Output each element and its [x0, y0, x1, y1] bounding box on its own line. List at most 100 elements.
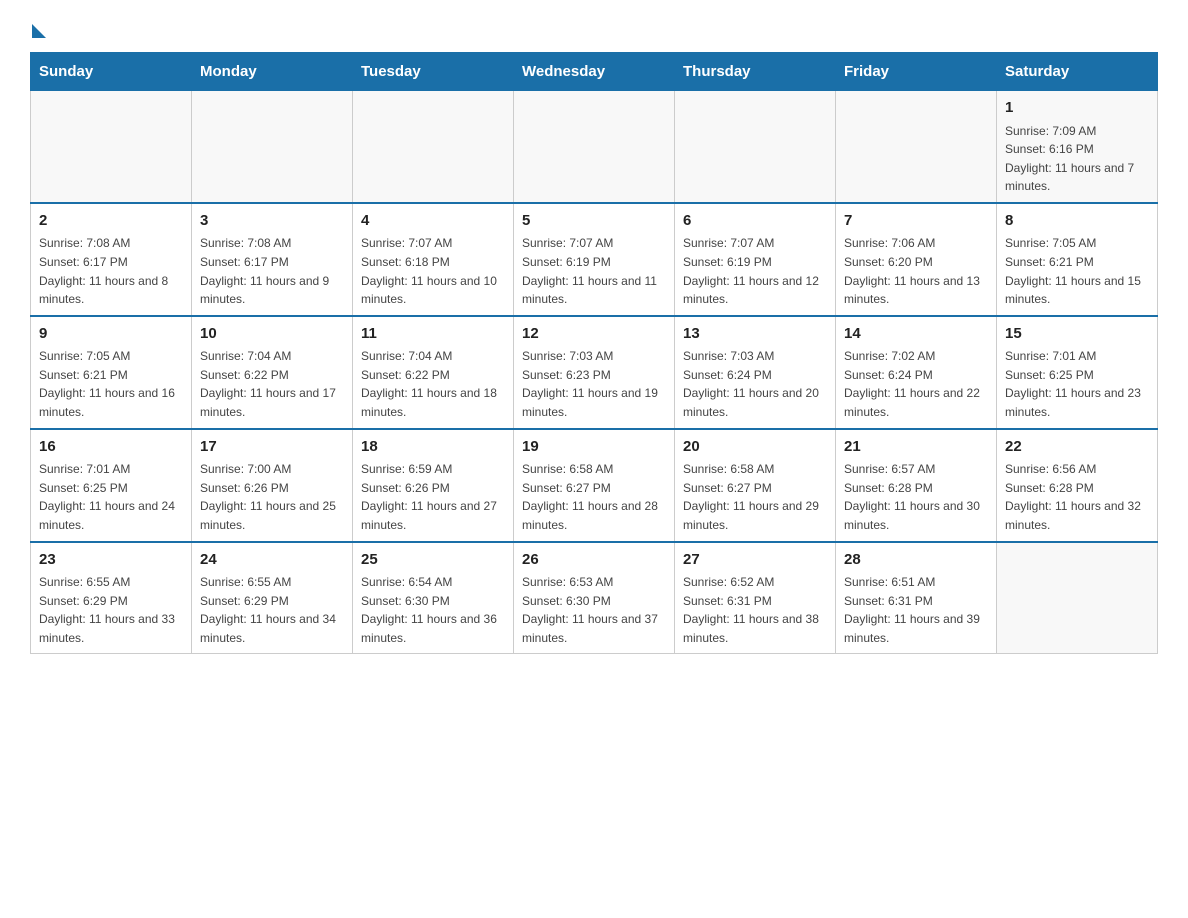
weekday-header-thursday: Thursday	[675, 53, 836, 91]
day-number: 7	[844, 210, 988, 233]
calendar-cell: 20Sunrise: 6:58 AMSunset: 6:27 PMDayligh…	[675, 429, 836, 542]
day-info: Sunrise: 7:06 AMSunset: 6:20 PMDaylight:…	[844, 234, 988, 308]
calendar-cell: 13Sunrise: 7:03 AMSunset: 6:24 PMDayligh…	[675, 316, 836, 429]
page-header	[30, 20, 1158, 36]
day-info: Sunrise: 7:08 AMSunset: 6:17 PMDaylight:…	[39, 234, 183, 308]
calendar-cell: 16Sunrise: 7:01 AMSunset: 6:25 PMDayligh…	[31, 429, 192, 542]
day-info: Sunrise: 6:52 AMSunset: 6:31 PMDaylight:…	[683, 573, 827, 647]
day-info: Sunrise: 7:04 AMSunset: 6:22 PMDaylight:…	[200, 347, 344, 421]
weekday-header-wednesday: Wednesday	[514, 53, 675, 91]
calendar-cell: 28Sunrise: 6:51 AMSunset: 6:31 PMDayligh…	[836, 542, 997, 654]
weekday-header-monday: Monday	[192, 53, 353, 91]
calendar-cell	[353, 91, 514, 203]
weekday-header-saturday: Saturday	[997, 53, 1158, 91]
day-info: Sunrise: 7:08 AMSunset: 6:17 PMDaylight:…	[200, 234, 344, 308]
calendar-cell: 4Sunrise: 7:07 AMSunset: 6:18 PMDaylight…	[353, 203, 514, 316]
calendar-table: SundayMondayTuesdayWednesdayThursdayFrid…	[30, 52, 1158, 654]
day-info: Sunrise: 6:58 AMSunset: 6:27 PMDaylight:…	[522, 460, 666, 534]
day-number: 12	[522, 323, 666, 346]
logo-arrow-icon	[32, 24, 46, 38]
day-info: Sunrise: 7:09 AMSunset: 6:16 PMDaylight:…	[1005, 122, 1149, 196]
calendar-cell: 18Sunrise: 6:59 AMSunset: 6:26 PMDayligh…	[353, 429, 514, 542]
day-number: 18	[361, 436, 505, 459]
weekday-header-sunday: Sunday	[31, 53, 192, 91]
day-info: Sunrise: 7:07 AMSunset: 6:19 PMDaylight:…	[522, 234, 666, 308]
day-number: 15	[1005, 323, 1149, 346]
calendar-cell: 10Sunrise: 7:04 AMSunset: 6:22 PMDayligh…	[192, 316, 353, 429]
day-number: 13	[683, 323, 827, 346]
day-number: 21	[844, 436, 988, 459]
calendar-week-row: 1Sunrise: 7:09 AMSunset: 6:16 PMDaylight…	[31, 91, 1158, 203]
logo	[30, 20, 46, 36]
day-info: Sunrise: 6:59 AMSunset: 6:26 PMDaylight:…	[361, 460, 505, 534]
calendar-cell	[31, 91, 192, 203]
calendar-cell: 15Sunrise: 7:01 AMSunset: 6:25 PMDayligh…	[997, 316, 1158, 429]
calendar-cell	[836, 91, 997, 203]
day-info: Sunrise: 6:53 AMSunset: 6:30 PMDaylight:…	[522, 573, 666, 647]
calendar-cell: 8Sunrise: 7:05 AMSunset: 6:21 PMDaylight…	[997, 203, 1158, 316]
day-info: Sunrise: 7:00 AMSunset: 6:26 PMDaylight:…	[200, 460, 344, 534]
day-number: 1	[1005, 97, 1149, 120]
day-number: 16	[39, 436, 183, 459]
day-info: Sunrise: 6:55 AMSunset: 6:29 PMDaylight:…	[200, 573, 344, 647]
calendar-cell	[675, 91, 836, 203]
day-number: 17	[200, 436, 344, 459]
day-info: Sunrise: 6:57 AMSunset: 6:28 PMDaylight:…	[844, 460, 988, 534]
calendar-cell	[192, 91, 353, 203]
day-info: Sunrise: 7:01 AMSunset: 6:25 PMDaylight:…	[39, 460, 183, 534]
day-info: Sunrise: 7:03 AMSunset: 6:24 PMDaylight:…	[683, 347, 827, 421]
day-info: Sunrise: 6:51 AMSunset: 6:31 PMDaylight:…	[844, 573, 988, 647]
day-number: 9	[39, 323, 183, 346]
calendar-week-row: 16Sunrise: 7:01 AMSunset: 6:25 PMDayligh…	[31, 429, 1158, 542]
day-number: 26	[522, 549, 666, 572]
calendar-header-row: SundayMondayTuesdayWednesdayThursdayFrid…	[31, 53, 1158, 91]
day-number: 25	[361, 549, 505, 572]
calendar-cell: 12Sunrise: 7:03 AMSunset: 6:23 PMDayligh…	[514, 316, 675, 429]
weekday-header-tuesday: Tuesday	[353, 53, 514, 91]
day-info: Sunrise: 6:55 AMSunset: 6:29 PMDaylight:…	[39, 573, 183, 647]
day-number: 2	[39, 210, 183, 233]
calendar-cell: 26Sunrise: 6:53 AMSunset: 6:30 PMDayligh…	[514, 542, 675, 654]
day-info: Sunrise: 7:04 AMSunset: 6:22 PMDaylight:…	[361, 347, 505, 421]
calendar-week-row: 9Sunrise: 7:05 AMSunset: 6:21 PMDaylight…	[31, 316, 1158, 429]
day-number: 4	[361, 210, 505, 233]
day-number: 5	[522, 210, 666, 233]
calendar-cell: 19Sunrise: 6:58 AMSunset: 6:27 PMDayligh…	[514, 429, 675, 542]
day-info: Sunrise: 7:03 AMSunset: 6:23 PMDaylight:…	[522, 347, 666, 421]
day-number: 10	[200, 323, 344, 346]
day-info: Sunrise: 7:05 AMSunset: 6:21 PMDaylight:…	[39, 347, 183, 421]
day-number: 28	[844, 549, 988, 572]
calendar-cell: 7Sunrise: 7:06 AMSunset: 6:20 PMDaylight…	[836, 203, 997, 316]
calendar-week-row: 2Sunrise: 7:08 AMSunset: 6:17 PMDaylight…	[31, 203, 1158, 316]
day-number: 8	[1005, 210, 1149, 233]
calendar-cell: 11Sunrise: 7:04 AMSunset: 6:22 PMDayligh…	[353, 316, 514, 429]
day-number: 24	[200, 549, 344, 572]
day-number: 3	[200, 210, 344, 233]
day-number: 20	[683, 436, 827, 459]
day-number: 11	[361, 323, 505, 346]
calendar-cell: 24Sunrise: 6:55 AMSunset: 6:29 PMDayligh…	[192, 542, 353, 654]
day-number: 14	[844, 323, 988, 346]
day-info: Sunrise: 7:07 AMSunset: 6:18 PMDaylight:…	[361, 234, 505, 308]
calendar-cell: 17Sunrise: 7:00 AMSunset: 6:26 PMDayligh…	[192, 429, 353, 542]
calendar-cell: 21Sunrise: 6:57 AMSunset: 6:28 PMDayligh…	[836, 429, 997, 542]
calendar-cell: 6Sunrise: 7:07 AMSunset: 6:19 PMDaylight…	[675, 203, 836, 316]
calendar-cell: 27Sunrise: 6:52 AMSunset: 6:31 PMDayligh…	[675, 542, 836, 654]
day-number: 22	[1005, 436, 1149, 459]
day-number: 6	[683, 210, 827, 233]
calendar-week-row: 23Sunrise: 6:55 AMSunset: 6:29 PMDayligh…	[31, 542, 1158, 654]
weekday-header-friday: Friday	[836, 53, 997, 91]
day-info: Sunrise: 6:54 AMSunset: 6:30 PMDaylight:…	[361, 573, 505, 647]
day-info: Sunrise: 7:05 AMSunset: 6:21 PMDaylight:…	[1005, 234, 1149, 308]
calendar-cell: 22Sunrise: 6:56 AMSunset: 6:28 PMDayligh…	[997, 429, 1158, 542]
day-number: 19	[522, 436, 666, 459]
calendar-cell: 23Sunrise: 6:55 AMSunset: 6:29 PMDayligh…	[31, 542, 192, 654]
day-number: 27	[683, 549, 827, 572]
calendar-cell: 5Sunrise: 7:07 AMSunset: 6:19 PMDaylight…	[514, 203, 675, 316]
day-info: Sunrise: 7:01 AMSunset: 6:25 PMDaylight:…	[1005, 347, 1149, 421]
calendar-cell	[997, 542, 1158, 654]
day-info: Sunrise: 6:58 AMSunset: 6:27 PMDaylight:…	[683, 460, 827, 534]
calendar-cell: 1Sunrise: 7:09 AMSunset: 6:16 PMDaylight…	[997, 91, 1158, 203]
day-info: Sunrise: 7:07 AMSunset: 6:19 PMDaylight:…	[683, 234, 827, 308]
day-info: Sunrise: 6:56 AMSunset: 6:28 PMDaylight:…	[1005, 460, 1149, 534]
